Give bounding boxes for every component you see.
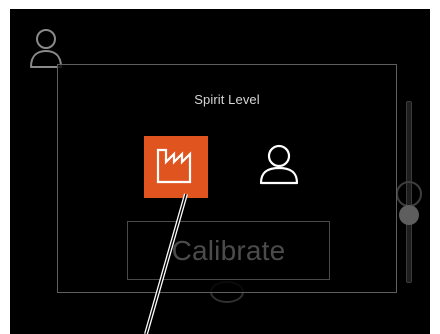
factory-icon bbox=[154, 144, 198, 191]
calibrate-button[interactable]: Calibrate bbox=[127, 221, 330, 280]
background-slider-thumb bbox=[399, 205, 419, 225]
user-icon bbox=[256, 143, 302, 192]
user-mode-button[interactable] bbox=[247, 136, 311, 198]
device-screen: Spirit Level Calibrate bbox=[10, 9, 430, 334]
dialog-title: Spirit Level bbox=[194, 92, 260, 107]
background-slider-ring bbox=[396, 181, 422, 207]
machine-mode-button[interactable] bbox=[144, 136, 208, 198]
spirit-level-dialog: Spirit Level Calibrate bbox=[57, 64, 397, 293]
